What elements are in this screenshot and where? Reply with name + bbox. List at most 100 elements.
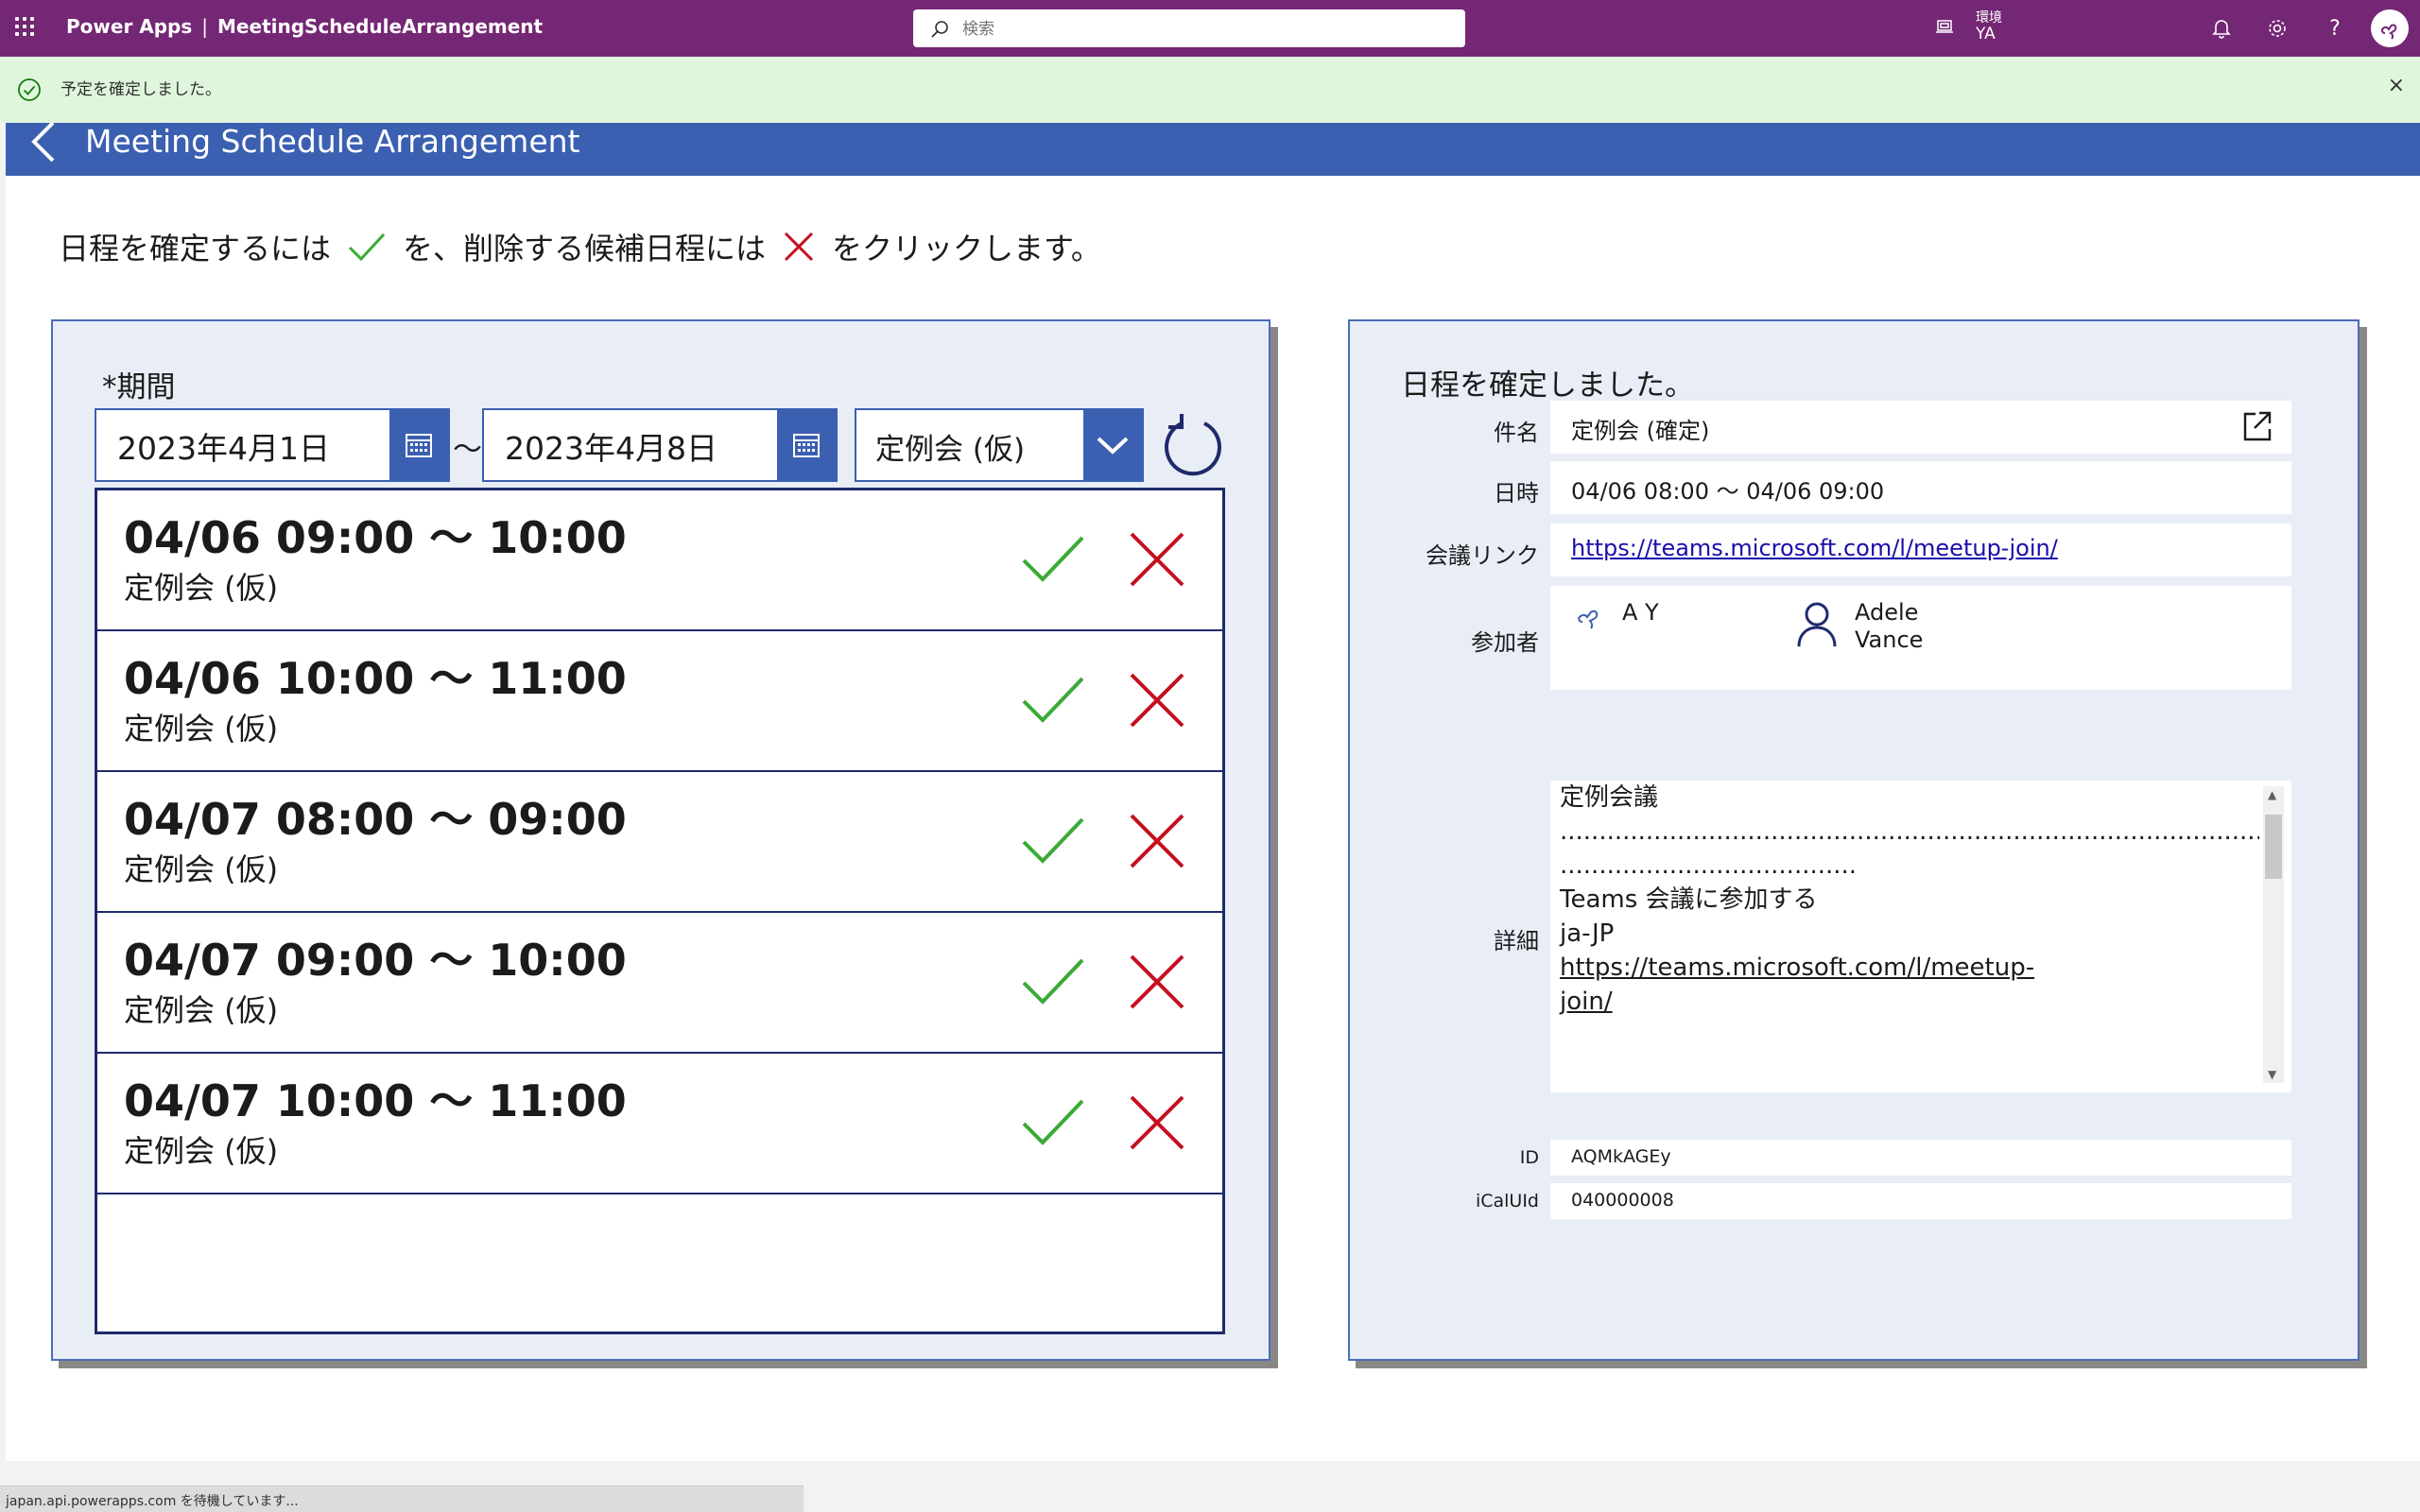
candidate-panel: *期間 2023年4月1日 ～ 2023年4月8日 定例会 (仮) 04/06 … — [51, 319, 1270, 1361]
start-date-value: 2023年4月1日 — [117, 430, 330, 467]
detail-scrollbar[interactable]: ▲ ▼ — [2263, 786, 2284, 1083]
icaluid-field: 040000008 — [1550, 1183, 2291, 1219]
id-label: ID — [1519, 1147, 1539, 1168]
calendar-icon — [406, 434, 432, 457]
candidate-subject: 定例会 (仮) — [124, 851, 279, 887]
candidate-time: 04/06 09:00 ～ 10:00 — [124, 512, 627, 563]
notification-message: 予定を確定しました。 — [60, 80, 221, 99]
subject-value: 定例会 (確定) — [1571, 418, 1710, 444]
end-date-value: 2023年4月8日 — [505, 430, 717, 467]
detail-link[interactable]: https://teams.microsoft.com/l/meetup- — [1560, 951, 2259, 985]
datetime-field: 04/06 08:00 ～ 04/06 09:00 — [1550, 461, 2291, 514]
top-bar: Power Apps | MeetingScheduleArrangement 環境… — [0, 0, 2420, 57]
refresh-icon[interactable] — [1161, 410, 1225, 478]
icaluid-label: iCalUId — [1475, 1191, 1539, 1211]
detail-separator: ...................................... — [1560, 851, 1858, 880]
confirmed-panel: 日程を確定しました。 件名 定例会 (確定) 日時 04/06 08:00 ～ … — [1348, 319, 2360, 1361]
attendees-label: 参加者 — [1471, 629, 1539, 656]
confirm-checkmark-icon[interactable] — [1020, 949, 1086, 1015]
scrollbar-thumb[interactable] — [2265, 815, 2282, 879]
chevron-down-icon — [1097, 437, 1129, 455]
category-selected-value: 定例会 (仮) — [875, 433, 1026, 467]
success-notification: 予定を確定しました。 × — [0, 57, 2420, 123]
attendee-name: Adele Vance — [1855, 599, 1923, 654]
app-launcher-icon[interactable] — [15, 17, 38, 40]
candidate-subject: 定例会 (仮) — [124, 1133, 279, 1169]
candidate-subject: 定例会 (仮) — [124, 711, 279, 747]
end-date-picker[interactable]: 2023年4月8日 — [482, 408, 838, 482]
app-canvas: Meeting Schedule Arrangement 日程を確定するには を… — [6, 123, 2420, 1461]
detail-line: 定例会議 — [1560, 783, 1659, 812]
detail-field[interactable]: 定例会議 ...................................… — [1550, 781, 2291, 1092]
attendee-last-name: Vance — [1855, 627, 1924, 653]
confirm-checkmark-icon[interactable] — [1020, 667, 1086, 733]
attendees-field: A Y Adele Vance — [1550, 586, 2291, 690]
calendar-icon — [793, 434, 820, 457]
delete-cross-icon[interactable] — [1124, 526, 1190, 593]
person-icon — [1797, 602, 1837, 647]
end-date-calendar-button[interactable] — [777, 410, 836, 480]
instruction-text: 日程を確定するには を、削除する候補日程には をクリックします。 — [59, 225, 1101, 268]
scroll-down-arrow-icon[interactable]: ▼ — [2268, 1068, 2276, 1081]
candidate-time: 04/06 10:00 ～ 11:00 — [124, 653, 627, 704]
help-icon[interactable]: ? — [2322, 15, 2348, 42]
category-dropdown[interactable]: 定例会 (仮) — [855, 408, 1144, 482]
detail-label: 詳細 — [1494, 928, 1539, 954]
instruction-part3: をクリックします。 — [832, 231, 1101, 266]
scroll-up-arrow-icon[interactable]: ▲ — [2268, 788, 2276, 801]
avatar-logo-icon — [2380, 24, 2397, 40]
detail-content: 定例会議 ...................................… — [1560, 781, 2259, 1019]
delete-cross-icon[interactable] — [1124, 1090, 1190, 1156]
meeting-link-field: https://teams.microsoft.com/l/meetup-joi… — [1550, 524, 2291, 576]
delete-cross-icon[interactable] — [1124, 949, 1190, 1015]
instruction-part1: 日程を確定するには — [59, 231, 332, 266]
delete-cross-icon[interactable] — [1124, 667, 1190, 733]
instruction-part2: を、削除する候補日程には — [403, 231, 767, 266]
environment-icon — [1936, 20, 1953, 33]
candidate-row[interactable]: 04/06 10:00 ～ 11:00 定例会 (仮) — [97, 631, 1222, 772]
candidate-row[interactable]: 04/07 10:00 ～ 11:00 定例会 (仮) — [97, 1054, 1222, 1194]
detail-line: ja-JP — [1560, 919, 1615, 948]
checkmark-icon — [348, 232, 386, 262]
candidate-gallery: 04/06 09:00 ～ 10:00 定例会 (仮) 04/06 10:00 … — [95, 488, 1225, 1334]
delete-cross-icon[interactable] — [1124, 808, 1190, 874]
title-separator: | — [201, 15, 209, 38]
candidate-time: 04/07 09:00 ～ 10:00 — [124, 935, 627, 986]
environment-label: 環境 — [1976, 10, 2002, 26]
notification-close-button[interactable]: × — [2388, 74, 2405, 97]
search-input[interactable] — [960, 15, 1437, 43]
search-box[interactable] — [913, 9, 1465, 47]
meeting-link[interactable]: https://teams.microsoft.com/l/meetup-joi… — [1571, 535, 2058, 561]
datetime-label: 日時 — [1494, 480, 1539, 507]
notifications-icon[interactable] — [2208, 15, 2235, 42]
candidate-row[interactable]: 04/07 08:00 ～ 09:00 定例会 (仮) — [97, 772, 1222, 913]
subject-field: 定例会 (確定) — [1550, 401, 2291, 454]
candidate-row[interactable]: 04/06 09:00 ～ 10:00 定例会 (仮) — [97, 490, 1222, 631]
settings-gear-icon[interactable] — [2264, 15, 2290, 42]
subject-label: 件名 — [1494, 420, 1539, 446]
attendee-first-name: Adele — [1855, 599, 1919, 626]
attendee-logo-icon — [1578, 610, 1599, 629]
detail-link-continued[interactable]: join/ — [1560, 985, 2259, 1019]
detail-line: Teams 会議に参加する — [1560, 885, 1818, 914]
start-date-calendar-button[interactable] — [389, 410, 448, 480]
confirm-checkmark-icon[interactable] — [1020, 526, 1086, 593]
dropdown-chevron-button[interactable] — [1083, 410, 1142, 480]
attendee-item: A Y — [1573, 599, 1659, 631]
back-arrow-icon[interactable] — [26, 123, 64, 176]
candidate-time: 04/07 10:00 ～ 11:00 — [124, 1075, 627, 1126]
browser-status-bar: japan.api.powerapps.com を待機しています... — [0, 1486, 804, 1512]
confirm-checkmark-icon[interactable] — [1020, 1090, 1086, 1156]
user-avatar[interactable] — [2371, 9, 2409, 47]
screen-title: Meeting Schedule Arrangement — [85, 123, 580, 160]
start-date-picker[interactable]: 2023年4月1日 — [95, 408, 450, 482]
app-header: Meeting Schedule Arrangement — [6, 123, 2420, 176]
product-name[interactable]: Power Apps — [66, 15, 192, 38]
attendee-name: A Y — [1622, 599, 1659, 626]
candidate-row[interactable]: 04/07 09:00 ～ 10:00 定例会 (仮) — [97, 913, 1222, 1054]
open-external-icon[interactable] — [2242, 410, 2273, 442]
cross-icon — [784, 232, 814, 262]
app-name: MeetingScheduleArrangement — [217, 15, 544, 38]
id-field: AQMkAGEy — [1550, 1140, 2291, 1176]
confirm-checkmark-icon[interactable] — [1020, 808, 1086, 874]
